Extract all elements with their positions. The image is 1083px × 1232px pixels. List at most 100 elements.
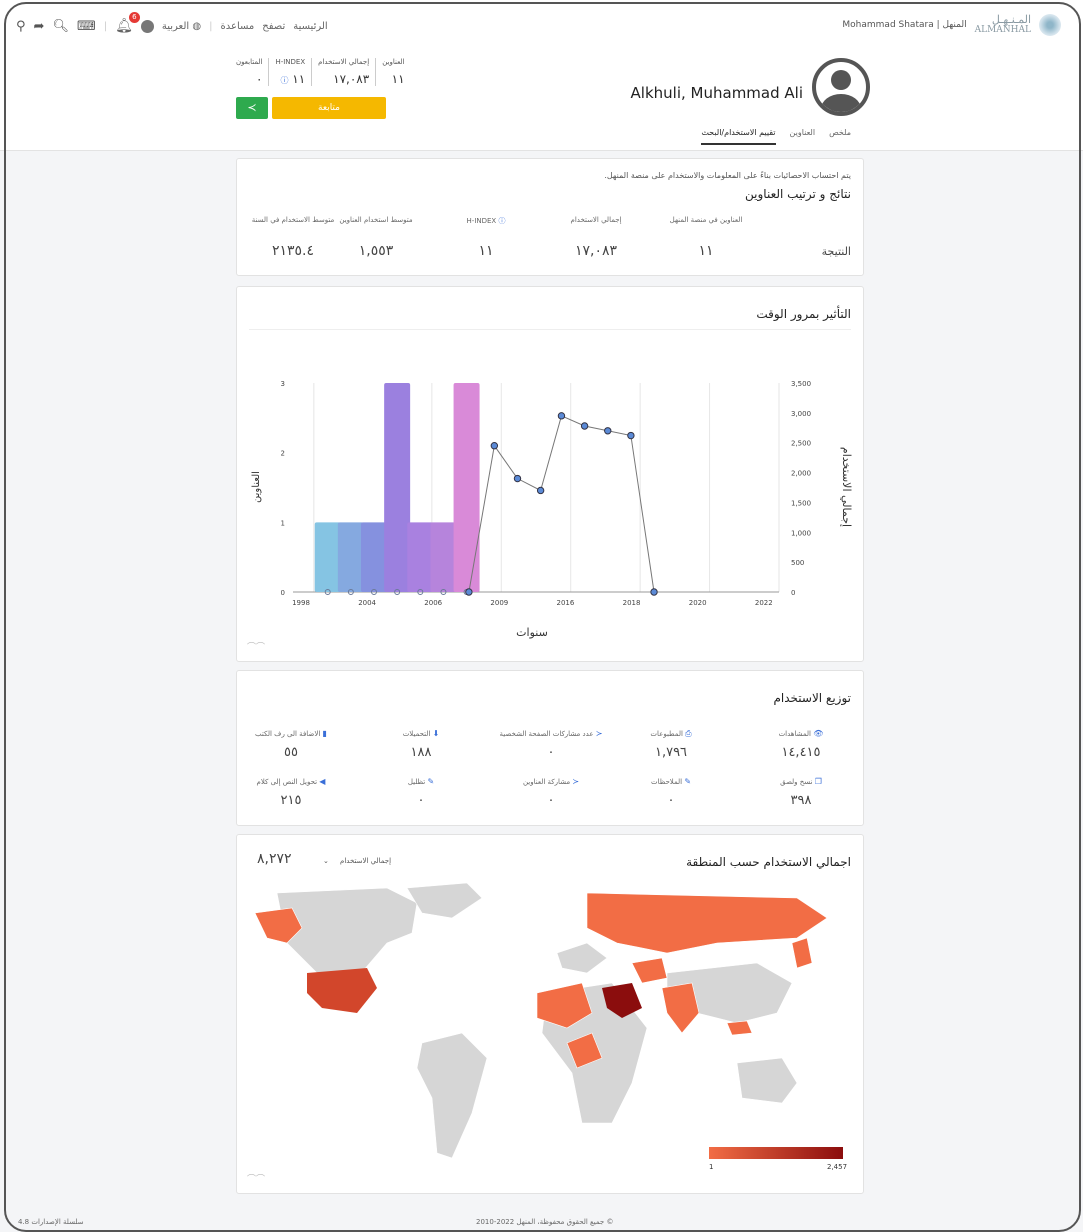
nav-browse[interactable]: تصفح: [262, 21, 285, 32]
eye-icon: 👁: [813, 729, 824, 738]
tab-usage-evaluation[interactable]: تقييم الاستخدام/البحث: [701, 128, 776, 145]
region-map-card: اجمالي الاستخدام حسب المنطقة ٨,٢٧٢ ⌄ إجم…: [236, 834, 864, 1194]
user-avatar-icon[interactable]: [140, 19, 154, 33]
results-title: نتائج و ترتيب العناوين: [745, 187, 851, 201]
profile-stats: العناوين ١١ إجمالي الاستخدام ١٧,٠٨٣ H-INDE…: [230, 58, 411, 86]
usage-value-4: ٥٥: [284, 745, 298, 760]
usage-value-5: ٣٩٨: [790, 793, 812, 808]
usage-value-3: ١٨٨: [410, 745, 432, 760]
divider: |: [209, 20, 213, 32]
x-axis-label: سنوات: [516, 626, 548, 639]
usage-point-7: [627, 431, 635, 440]
highlight-icon: ✎: [427, 777, 435, 786]
pencil-icon: ✎: [684, 777, 692, 786]
dropdown-chevron-icon: ⌄: [323, 857, 329, 865]
y2-tick: 2,500: [791, 440, 811, 448]
usage-value-6: ٠: [667, 793, 675, 808]
usage-point-6: [604, 427, 612, 435]
results-card: يتم احتساب الاحصائيات بناءً على المعلوما…: [236, 158, 864, 276]
usage-point-2: [513, 474, 522, 483]
impact-chart: 0 1 2 3 0 500 1,000 1,500 2,000 2,500 3,000 3,500 19…: [251, 380, 853, 639]
bar-1998: [314, 522, 341, 592]
copy-icon: ❐: [814, 777, 822, 786]
usage-label-7: ≺ مشاركة العناوين: [522, 777, 580, 786]
version-label: سلسلة الإصدارات 4.8: [18, 1218, 84, 1226]
usage-label-6: ✎ الملاحظات: [650, 777, 692, 786]
tab-summary[interactable]: ملخص: [829, 128, 851, 145]
usage-line: [468, 415, 655, 593]
share-arrow-icon[interactable]: ➦: [34, 19, 45, 34]
usage-value-2: ٠: [547, 745, 555, 760]
usage-point-8: [650, 588, 658, 596]
profile-avatar: [812, 58, 870, 116]
world-map[interactable]: [237, 883, 863, 1183]
x-tick: 2009: [490, 599, 508, 607]
info-icon[interactable]: ⓘ: [498, 217, 505, 225]
result-row-label: النتيجة: [821, 245, 851, 258]
y-axis-label: العناوين: [251, 471, 262, 503]
y-tick: 2: [281, 450, 285, 458]
user-account-label[interactable]: Mohammad Shatara | المنهل: [842, 20, 966, 30]
share-button[interactable]: ≺: [236, 97, 268, 119]
x-tick: 2018: [623, 599, 641, 607]
follow-button[interactable]: متابعة: [272, 97, 386, 119]
map-legend-gradient: [709, 1147, 843, 1159]
usage-value-1: ١,٧٩٦: [654, 745, 688, 760]
share-icon: ≺: [247, 101, 257, 114]
stat-h-index: H-INDEX ١١ ⓘ: [268, 58, 311, 86]
almanhal-logo[interactable]: المـنـهـل ALMANHAL: [975, 14, 1031, 36]
share-icon: ≺: [595, 729, 603, 738]
logo-ar: المـنـهـل: [991, 13, 1031, 26]
tab-titles[interactable]: العناوين: [790, 128, 816, 145]
usage-point-3: [536, 486, 545, 495]
usage-value-7: ٠: [547, 793, 555, 808]
footer: سلسلة الإصدارات 4.8 جميع الحقوق محفوظة، …: [0, 1216, 1083, 1232]
x-tick: 2016: [557, 599, 575, 607]
middle-east-region: [631, 957, 668, 984]
map-title: اجمالي الاستخدام حسب المنطقة: [686, 855, 851, 869]
usage-label-2: ≺ عدد مشاركات الصفحة الشخصية: [499, 729, 603, 738]
usage-point-1: [490, 442, 499, 450]
language-selector[interactable]: ◍ العربية: [162, 21, 201, 32]
logo-en: ALMANHAL: [974, 25, 1031, 35]
usage-label-9: ◀ تحويل النص إلى كلام: [256, 777, 326, 786]
print-icon: ⎙: [685, 729, 692, 738]
usage-point-4: [557, 412, 566, 420]
y2-tick: 3,500: [791, 380, 811, 388]
x-tick: 2020: [689, 599, 707, 607]
y-tick: 1: [281, 519, 285, 527]
legend-max: 2,457: [827, 1163, 848, 1171]
search-icon[interactable]: ⚲: [16, 19, 26, 34]
y2-tick: 0: [791, 589, 795, 597]
col-head-avg-yearly: متوسط الاستخدام في السنة: [251, 216, 335, 224]
japan-region: [791, 937, 813, 969]
col-val-titles: ١١: [698, 243, 714, 259]
col-head-total-usage: إجمالي الاستخدام: [570, 216, 622, 224]
stat-titles: العناوين ١١: [375, 58, 410, 86]
stat-followers: المتابعون ٠: [236, 58, 263, 86]
x-tick: 1998: [292, 599, 310, 607]
info-icon[interactable]: ⓘ: [280, 76, 288, 85]
logo-mark-icon: [1039, 14, 1061, 36]
europe-land: [556, 942, 608, 974]
notifications-bell-icon[interactable]: 🔔︎ 6: [115, 12, 140, 34]
nav-help[interactable]: مساعدة: [221, 21, 255, 32]
usage-label-1: ⎙ المطبوعات: [650, 729, 692, 738]
bar-2008: [430, 522, 457, 592]
nav-home[interactable]: الرئيسية: [293, 21, 327, 32]
x-tick: 2022: [755, 599, 773, 607]
usage-metric-dropdown[interactable]: ⌄ إجمالي الاستخدام: [323, 857, 391, 865]
usa-region: [307, 968, 377, 1013]
col-head-titles: العناوين في منصة المنهل: [669, 216, 743, 224]
y2-tick: 1,500: [791, 499, 811, 507]
magnifier-icon[interactable]: 🔍︎: [52, 19, 69, 34]
col-val-h-index: ١١: [478, 243, 494, 259]
speaker-icon: ◀: [319, 777, 326, 786]
bar-2003: [337, 522, 364, 592]
profile-name: Alkhuli, Muhammad Ali: [630, 84, 803, 102]
profile-header: Alkhuli, Muhammad Ali العناوين ١١ إجمالي …: [0, 58, 1083, 151]
bar-2009: [453, 383, 480, 592]
profile-tabs: ملخص العناوين تقييم الاستخدام/البحث: [701, 128, 851, 145]
usage-label-0: 👁 المشاهدات: [778, 729, 824, 738]
keyboard-icon[interactable]: ⌨: [77, 19, 96, 34]
